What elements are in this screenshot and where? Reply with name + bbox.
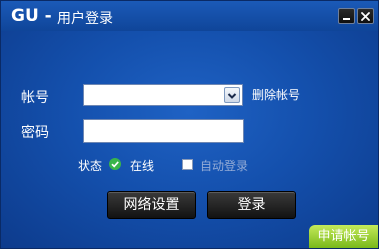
check-circle-icon[interactable]	[109, 158, 121, 170]
status-value[interactable]: 在线	[130, 157, 154, 174]
minimize-button[interactable]	[338, 8, 355, 24]
login-button[interactable]: 登录	[207, 191, 296, 219]
minimize-icon	[343, 17, 350, 20]
app-brand: GU -	[11, 6, 52, 26]
delete-account-link[interactable]: 删除帐号	[252, 86, 300, 103]
network-settings-button[interactable]: 网络设置	[107, 191, 196, 219]
password-label: 密码	[21, 125, 49, 141]
chevron-down-icon	[227, 93, 237, 99]
apply-account-button[interactable]: 申请帐号	[309, 225, 378, 248]
auto-login-label[interactable]: 自动登录	[200, 157, 248, 174]
close-icon	[361, 11, 370, 21]
account-label: 帐号	[21, 90, 49, 106]
account-combobox[interactable]	[83, 84, 243, 106]
window-title: 用户登录	[57, 11, 113, 27]
status-label: 状态	[78, 159, 103, 173]
password-field[interactable]	[83, 119, 244, 143]
login-window: GU - 用户登录 帐号 删除帐号 密码 状态 在线 自动登录 网络设置 登录 …	[0, 0, 379, 249]
title-bar[interactable]: GU - 用户登录	[1, 1, 378, 31]
auto-login-checkbox[interactable]	[182, 159, 193, 170]
account-dropdown-button[interactable]	[224, 87, 240, 103]
close-button[interactable]	[357, 8, 374, 24]
